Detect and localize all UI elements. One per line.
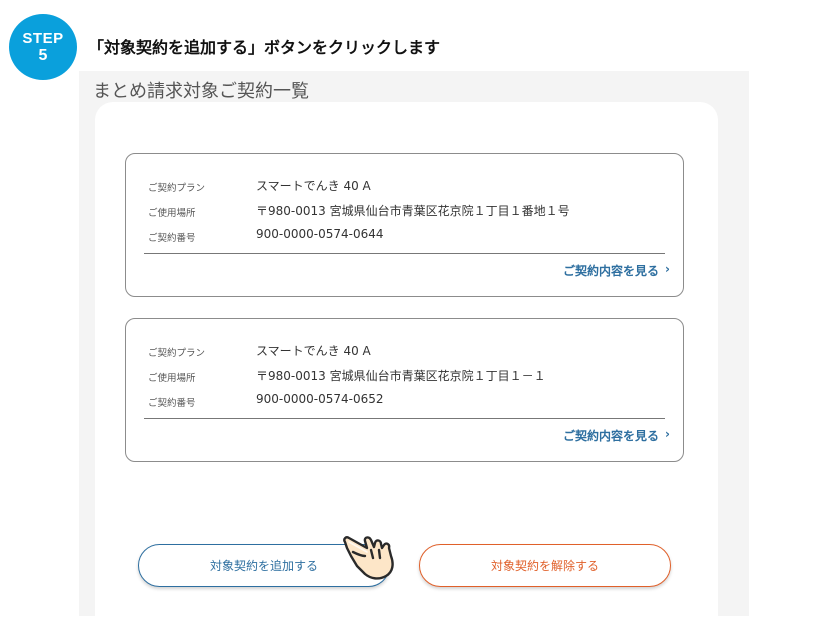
place-value: 〒980-0013 宮城県仙台市青葉区花京院１丁目１－１ [256,369,546,383]
view-contract-label: ご契約内容を見る [562,264,659,278]
number-row: ご契約番号 900-0000-0574-0652 [148,392,668,412]
instruction-text: 「対象契約を追加する」ボタンをクリックします [88,38,441,57]
number-row: ご契約番号 900-0000-0574-0644 [148,227,668,247]
plan-value: スマートでんき 40 A [256,344,371,358]
remove-contract-button[interactable]: 対象契約を解除する [419,544,671,587]
card-divider [144,253,665,254]
plan-row: ご契約プラン スマートでんき 40 A [148,342,668,362]
plan-label: ご契約プラン [148,183,206,194]
section-title: まとめ請求対象ご契約一覧 [93,81,309,102]
card-divider [144,418,665,419]
view-contract-link[interactable]: ご契約内容を見る › [562,427,670,444]
place-label: ご使用場所 [148,373,196,384]
step-badge: STEP 5 [9,14,77,80]
plan-label: ご契約プラン [148,348,206,359]
number-label: ご契約番号 [148,398,196,409]
place-row: ご使用場所 〒980-0013 宮城県仙台市青葉区花京院１丁目１－１ [148,367,668,387]
place-label: ご使用場所 [148,208,196,219]
contract-list-container: ご契約プラン スマートでんき 40 A ご使用場所 〒980-0013 宮城県仙… [95,102,718,642]
view-contract-link[interactable]: ご契約内容を見る › [562,262,670,279]
step-label: STEP [22,29,64,47]
contract-card: ご契約プラン スマートでんき 40 A ご使用場所 〒980-0013 宮城県仙… [125,153,684,297]
place-row: ご使用場所 〒980-0013 宮城県仙台市青葉区花京院１丁目１番地１号 [148,202,668,222]
chevron-right-icon: › [665,262,670,276]
place-value: 〒980-0013 宮城県仙台市青葉区花京院１丁目１番地１号 [256,204,570,218]
number-value: 900-0000-0574-0652 [256,392,384,406]
number-label: ご契約番号 [148,233,196,244]
contract-list-panel: まとめ請求対象ご契約一覧 ご契約プラン スマートでんき 40 A ご使用場所 〒… [79,71,749,642]
plan-value: スマートでんき 40 A [256,179,371,193]
chevron-right-icon: › [665,427,670,441]
number-value: 900-0000-0574-0644 [256,227,384,241]
contract-card: ご契約プラン スマートでんき 40 A ご使用場所 〒980-0013 宮城県仙… [125,318,684,462]
step-number: 5 [38,46,48,64]
pointing-hand-icon [343,536,394,580]
plan-row: ご契約プラン スマートでんき 40 A [148,177,668,197]
view-contract-label: ご契約内容を見る [562,429,659,443]
